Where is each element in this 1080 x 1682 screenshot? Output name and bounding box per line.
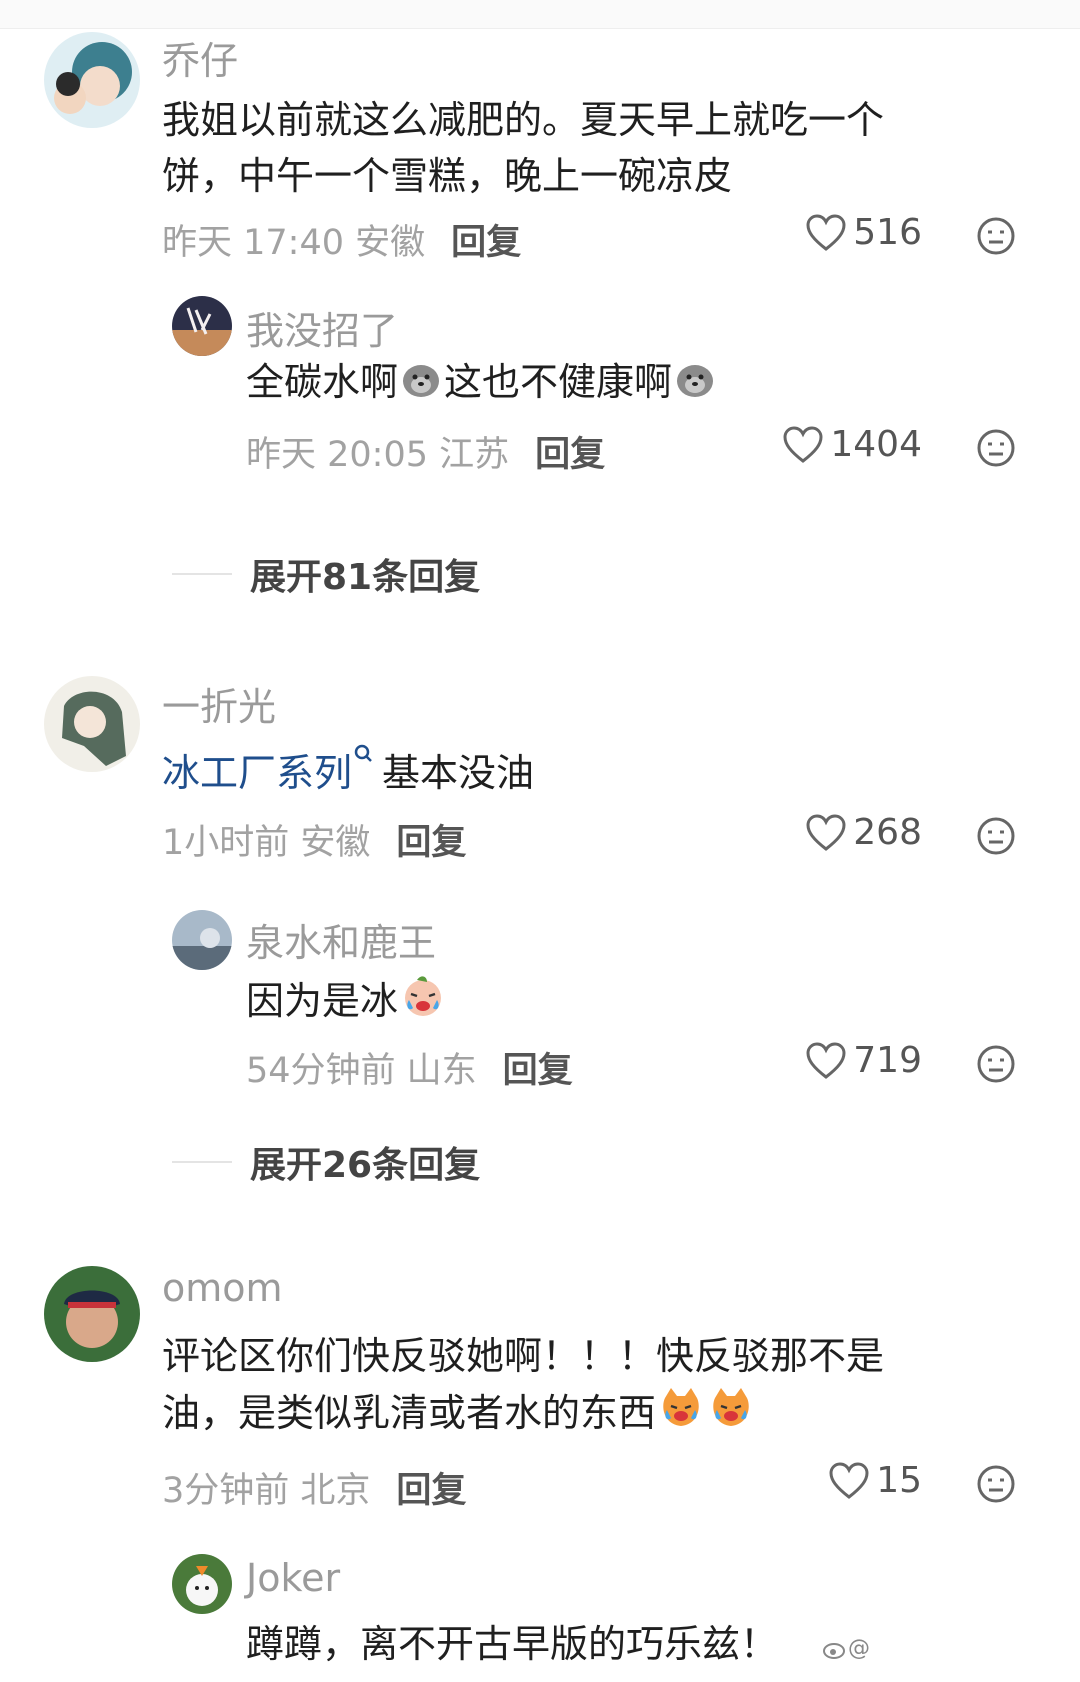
username[interactable]: 一折光 (162, 676, 276, 731)
like-count: 15 (876, 1460, 922, 1501)
avatar[interactable] (44, 676, 140, 772)
time-location: 昨天 17:40 安徽 (162, 223, 426, 263)
reply-button[interactable]: 回复 (535, 426, 605, 477)
search-icon[interactable] (352, 742, 376, 772)
crying-cat-emoji-icon (713, 1388, 749, 1426)
like-button[interactable]: 268 (805, 812, 922, 853)
expand-replies-button[interactable]: 展开81条回复 (172, 548, 480, 600)
watermark-text: @ (848, 1636, 870, 1661)
time-location: 3分钟前 北京 (162, 1471, 371, 1511)
like-button[interactable]: 15 (828, 1460, 922, 1501)
username[interactable]: 泉水和鹿王 (246, 912, 436, 967)
heart-outline-icon (806, 1041, 846, 1079)
search-link[interactable]: 冰工厂系列 (162, 751, 352, 795)
reply-text-part: 全碳水啊 (246, 360, 399, 404)
heart-outline-icon (783, 425, 823, 463)
comment-meta: 昨天 20:05 江苏 回复 (246, 426, 605, 477)
avatar[interactable] (172, 296, 232, 356)
time-location: 昨天 20:05 江苏 (246, 435, 510, 475)
reply-button[interactable]: 回复 (396, 1462, 466, 1513)
reply-text-part: 蹲蹲，离不开古早版的巧乐兹！ (246, 1622, 779, 1666)
avatar[interactable] (172, 1554, 232, 1614)
like-count: 719 (853, 1040, 922, 1081)
time-location: 54分钟前 山东 (246, 1051, 477, 1091)
expand-replies-label: 展开81条回复 (250, 557, 481, 598)
comment-text-part: 基本没油 (382, 751, 535, 795)
crying-face-emoji-icon (405, 976, 442, 1016)
meh-face-icon[interactable] (976, 216, 1016, 256)
reply-button[interactable]: 回复 (451, 214, 521, 265)
username[interactable]: 我没招了 (246, 300, 398, 355)
dog-head-emoji-icon (403, 365, 440, 397)
watermark: @ (822, 1636, 870, 1661)
like-count: 516 (853, 212, 922, 253)
reply-text-part: 这也不健康啊 (444, 360, 673, 404)
meh-face-icon[interactable] (976, 428, 1016, 468)
heart-outline-icon (806, 213, 846, 251)
expand-replies-button[interactable]: 展开26条回复 (172, 1136, 480, 1188)
like-button[interactable]: 1404 (782, 424, 922, 465)
reply-button[interactable]: 回复 (396, 814, 466, 865)
like-count: 1404 (830, 424, 922, 465)
reply-text: 蹲蹲，离不开古早版的巧乐兹！ (246, 1616, 778, 1672)
expand-replies-label: 展开26条回复 (250, 1145, 481, 1186)
reply-text-part: 因为是冰 (246, 979, 399, 1023)
time-location: 1小时前 安徽 (162, 823, 371, 863)
like-count: 268 (853, 812, 922, 853)
comment-meta: 54分钟前 山东 回复 (246, 1042, 573, 1093)
top-divider (0, 0, 1080, 29)
weibo-logo-icon (823, 1642, 845, 1659)
comment-meta: 3分钟前 北京 回复 (162, 1462, 466, 1513)
like-button[interactable]: 516 (805, 212, 922, 253)
reply-text: 全碳水啊 这也不健康啊 (246, 354, 718, 410)
username[interactable]: omom (162, 1266, 283, 1310)
like-button[interactable]: 719 (805, 1040, 922, 1081)
comment-text: 我姐以前就这么减肥的。夏天早上就吃一个饼，中午一个雪糕，晚上一碗凉皮 (162, 98, 885, 198)
dog-head-emoji-icon (677, 365, 714, 397)
comment-meta: 1小时前 安徽 回复 (162, 814, 466, 865)
reply-text: 因为是冰 (246, 972, 448, 1029)
meh-face-icon[interactable] (976, 1044, 1016, 1084)
divider (172, 1161, 232, 1163)
crying-cat-emoji-icon (663, 1388, 699, 1426)
meh-face-icon[interactable] (976, 1464, 1016, 1504)
reply-button[interactable]: 回复 (503, 1042, 573, 1093)
meh-face-icon[interactable] (976, 816, 1016, 856)
comment-text-part: 评论区你们快反驳她啊！！！快反驳那不是油，是类似乳清或者水的东西 (162, 1334, 885, 1435)
avatar[interactable] (44, 32, 140, 128)
avatar[interactable] (172, 910, 232, 970)
comment-text: 评论区你们快反驳她啊！！！快反驳那不是油，是类似乳清或者水的东西 (162, 1328, 922, 1441)
username[interactable]: 乔仔 (162, 30, 238, 85)
heart-outline-icon (829, 1461, 869, 1499)
divider (172, 573, 232, 575)
comment-text: 冰工厂系列 基本没油 (162, 742, 534, 801)
username[interactable]: Joker (246, 1556, 340, 1600)
comment-meta: 昨天 17:40 安徽 回复 (162, 214, 521, 265)
heart-outline-icon (806, 813, 846, 851)
avatar[interactable] (44, 1266, 140, 1362)
